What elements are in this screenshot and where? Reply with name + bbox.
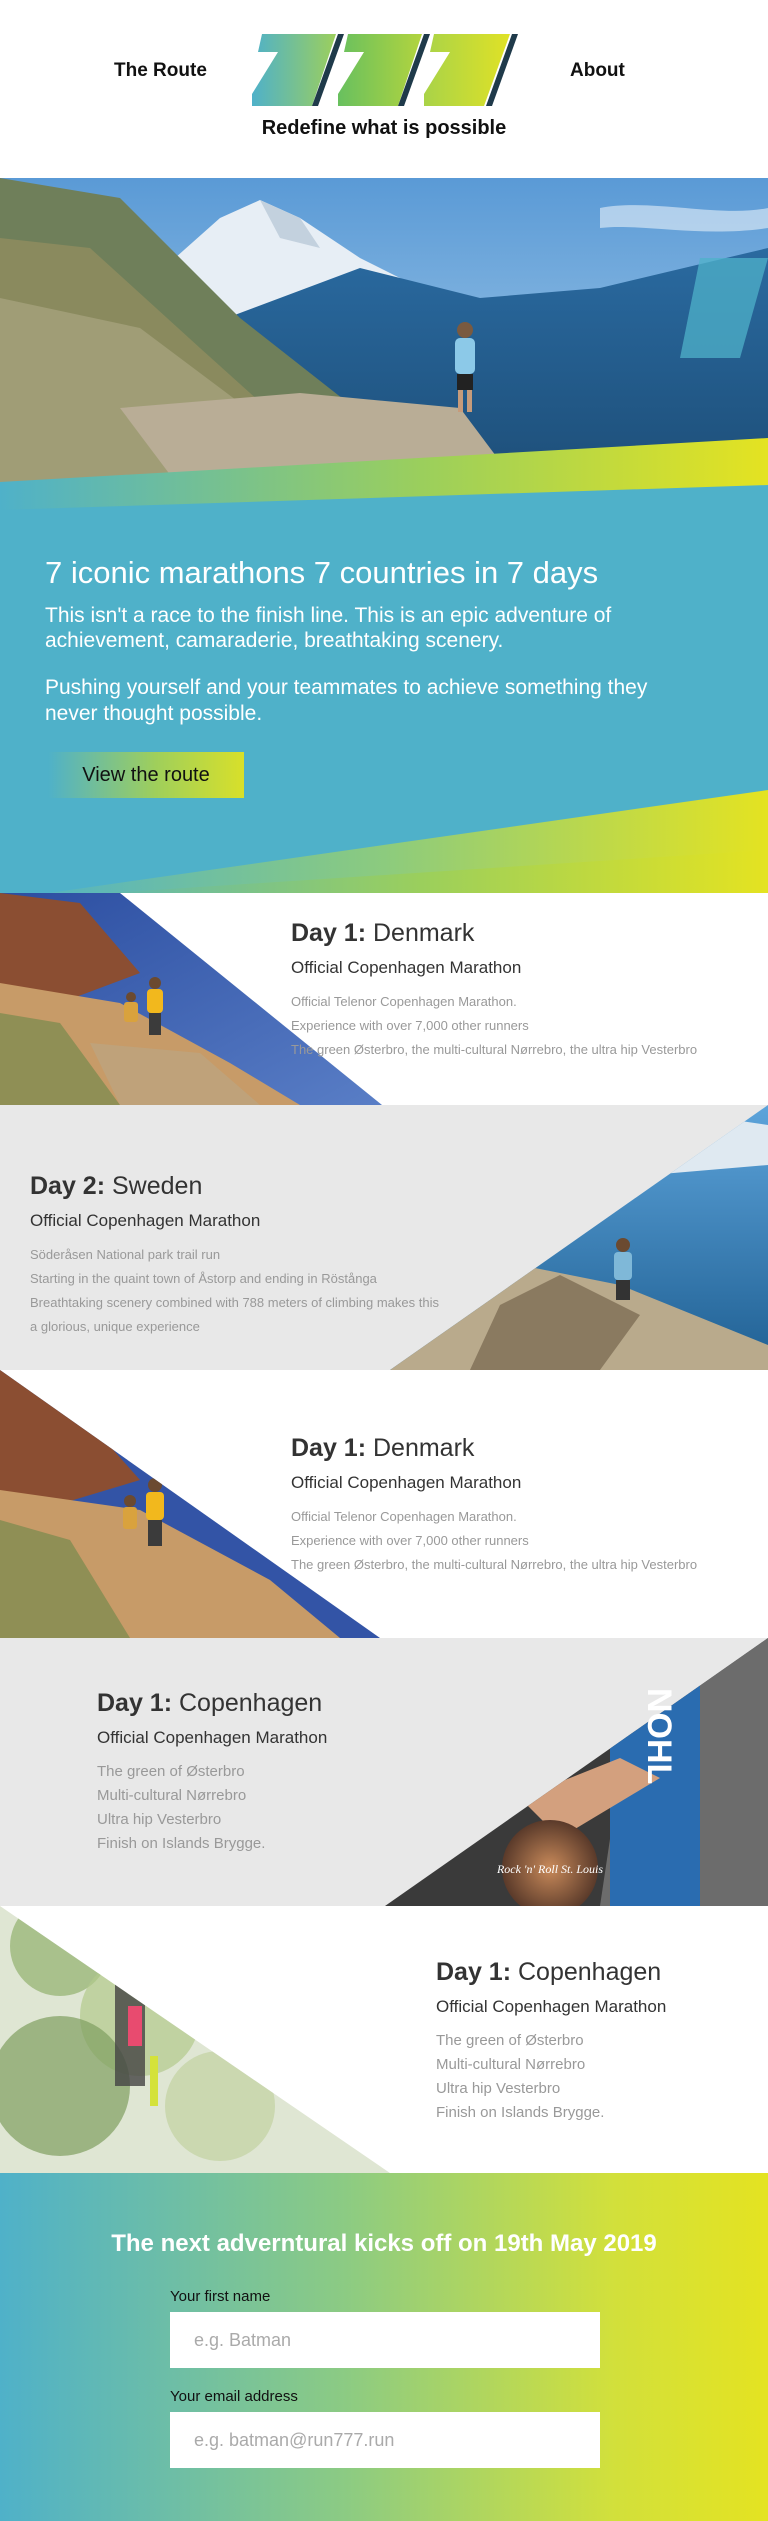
day-detail: Ultra hip Vesterbro — [97, 1811, 222, 1828]
day-title: Day 1: Denmark — [291, 919, 475, 947]
day-5-text: Day 1: Copenhagen Official Copenhagen Ma… — [436, 1958, 666, 2125]
day-subtitle: Official Copenhagen Marathon — [97, 1728, 328, 1747]
day-detail: Ultra hip Vesterbro — [436, 2080, 561, 2097]
site-header: The Route About Redefine what is possibl… — [0, 0, 768, 178]
day-section-3: Day 1: Denmark Official Copenhagen Marat… — [0, 1370, 768, 1638]
intro-paragraph-2: Pushing yourself and your teammates to a… — [45, 676, 648, 725]
day-title: Day 2: Sweden — [30, 1172, 203, 1200]
nav-about-link[interactable]: About — [570, 60, 625, 82]
medal-text: Rock 'n' Roll St. Louis — [496, 1862, 603, 1876]
first-name-input[interactable] — [170, 2312, 600, 2368]
day-detail: The green Østerbro, the multi-cultural N… — [291, 1042, 698, 1057]
day-1-text: Day 1: Denmark Official Copenhagen Marat… — [291, 919, 697, 1062]
day-detail: The green of Østerbro — [97, 1763, 245, 1780]
day-section-5: Day 1: Copenhagen Official Copenhagen Ma… — [0, 1906, 768, 2173]
day-detail: The green Østerbro, the multi-cultural N… — [291, 1557, 698, 1572]
day-detail: The green of Østerbro — [436, 2032, 584, 2049]
day-detail: Finish on Islands Brygge. — [97, 1835, 266, 1852]
nav-the-route-link[interactable]: The Route — [114, 60, 207, 82]
intro-copy: 7 iconic marathons 7 countries in 7 days… — [45, 555, 685, 748]
day-title: Day 1: Copenhagen — [97, 1689, 323, 1717]
day-4-text: Day 1: Copenhagen Official Copenhagen Ma… — [97, 1689, 327, 1856]
day-detail: Multi-cultural Nørrebro — [97, 1787, 247, 1804]
intro-title: 7 iconic marathons 7 countries in 7 days — [45, 555, 599, 590]
intro-paragraph-1: This isn't a race to the finish line. Th… — [45, 604, 612, 653]
day-detail: Experience with over 7,000 other runners — [291, 1533, 529, 1548]
tagline: Redefine what is possible — [261, 117, 507, 139]
first-name-label: Your first name — [170, 2288, 271, 2305]
email-label: Your email address — [170, 2388, 298, 2405]
day-detail: Official Telenor Copenhagen Marathon. — [291, 994, 517, 1009]
day-detail: Multi-cultural Nørrebro — [436, 2056, 586, 2073]
day-detail: Experience with over 7,000 other runners — [291, 1018, 529, 1033]
ribbon-text: NOHL — [640, 1688, 678, 1784]
run777-logo[interactable] — [252, 34, 518, 110]
day-detail: Breathtaking scenery combined with 788 m… — [30, 1295, 439, 1310]
email-input[interactable] — [170, 2412, 600, 2468]
day-subtitle: Official Copenhagen Marathon — [436, 1997, 667, 2016]
day-2-text: Day 2: Sweden Official Copenhagen Marath… — [30, 1172, 439, 1339]
day-detail: a glorious, unique experience — [30, 1319, 200, 1334]
day-section-4: NOHL Rock 'n' Roll St. Louis Day 1: Cope… — [0, 1638, 768, 1906]
day-detail: Official Telenor Copenhagen Marathon. — [291, 1509, 517, 1524]
signup-title: The next adverntural kicks off on 19th M… — [111, 2230, 657, 2257]
signup-section: The next adverntural kicks off on 19th M… — [0, 2173, 768, 2521]
view-route-button[interactable]: View the route — [48, 752, 244, 798]
day-section-1: Day 1: Denmark Official Copenhagen Marat… — [0, 893, 768, 1105]
day-subtitle: Official Copenhagen Marathon — [291, 958, 522, 977]
day-detail: Starting in the quaint town of Åstorp an… — [30, 1271, 377, 1286]
day-subtitle: Official Copenhagen Marathon — [30, 1211, 261, 1230]
day-detail: Söderåsen National park trail run — [30, 1247, 221, 1262]
day-title: Day 1: Denmark — [291, 1434, 475, 1462]
day-section-2: Day 2: Sweden Official Copenhagen Marath… — [0, 1105, 768, 1370]
day-3-text: Day 1: Denmark Official Copenhagen Marat… — [291, 1434, 697, 1577]
day-title: Day 1: Copenhagen — [436, 1958, 662, 1986]
day-detail: Finish on Islands Brygge. — [436, 2104, 605, 2121]
day-subtitle: Official Copenhagen Marathon — [291, 1473, 522, 1492]
